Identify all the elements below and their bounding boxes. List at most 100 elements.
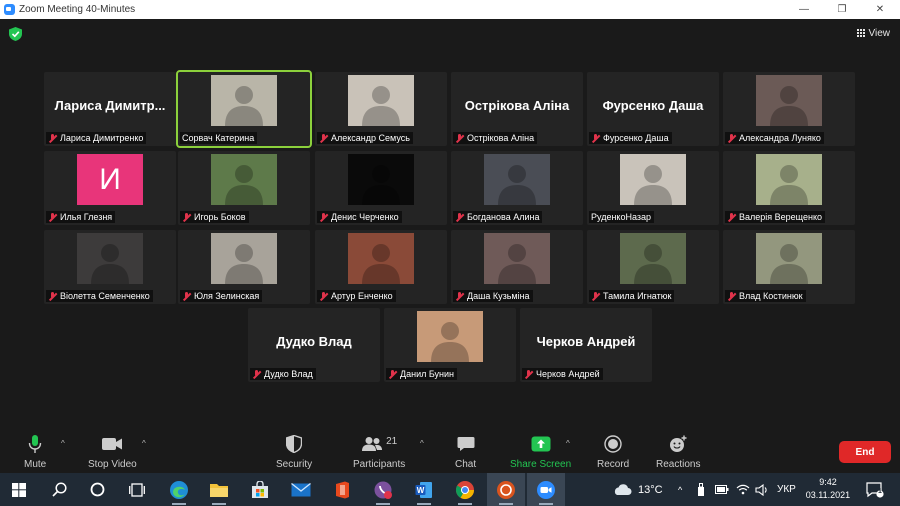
participant-name: Игорь Боков xyxy=(194,212,246,222)
participant-tile[interactable]: РуденкоНазар xyxy=(587,151,719,225)
mic-muted-icon xyxy=(319,212,328,222)
share-screen-button[interactable]: Share Screen xyxy=(510,433,571,470)
participant-tile[interactable]: И Илья Глезня xyxy=(44,151,176,225)
share-options-caret-icon[interactable]: ^ xyxy=(566,439,570,448)
participant-video xyxy=(77,233,143,284)
weather-widget[interactable]: 13°C xyxy=(612,473,663,506)
office-button[interactable] xyxy=(323,473,361,506)
participant-tile[interactable]: Богданова Алина xyxy=(451,151,583,225)
word-button[interactable]: W xyxy=(405,473,443,506)
participant-name: Илья Глезня xyxy=(60,212,113,222)
participant-name-label: Игорь Боков xyxy=(180,211,249,223)
folder-icon xyxy=(210,483,228,497)
close-button[interactable]: ✕ xyxy=(862,0,898,19)
participant-tile[interactable]: Даша Кузьміна xyxy=(451,230,583,304)
audio-options-caret-icon[interactable]: ^ xyxy=(61,439,65,448)
participant-name: Артур Енченко xyxy=(331,291,393,301)
notifications-button[interactable]: 1 xyxy=(860,473,890,506)
participant-tile[interactable]: Игорь Боков xyxy=(178,151,310,225)
mute-button[interactable]: Mute xyxy=(24,433,46,470)
view-button[interactable]: View xyxy=(856,25,890,41)
mic-muted-icon xyxy=(48,291,57,301)
participant-video xyxy=(211,75,277,126)
participant-tile[interactable]: Лариса Димитр... Лариса Димитренко xyxy=(44,72,176,146)
participant-tile[interactable]: Артур Енченко xyxy=(315,230,447,304)
participant-name: Дудко Влад xyxy=(264,369,313,379)
zoom-taskbar-button[interactable] xyxy=(527,473,565,506)
video-options-caret-icon[interactable]: ^ xyxy=(142,439,146,448)
battery-tray[interactable] xyxy=(715,473,729,506)
participant-tile[interactable]: Фурсенко Даша Фурсенко Даша xyxy=(587,72,719,146)
search-taskbar-button[interactable] xyxy=(40,473,78,506)
share-screen-icon xyxy=(531,436,551,452)
edge-browser-button[interactable] xyxy=(160,473,198,506)
show-hidden-icons-button[interactable]: ^ xyxy=(678,473,682,506)
participant-name-label: Черков Андрей xyxy=(522,368,603,380)
file-explorer-button[interactable] xyxy=(200,473,238,506)
windows-taskbar: W 13°C ^ УКР 9:42 03.11.2021 1 xyxy=(0,473,900,506)
reactions-button[interactable]: Reactions xyxy=(656,433,700,470)
store-bag-icon xyxy=(252,480,268,498)
stop-video-button[interactable]: Stop Video xyxy=(88,433,137,470)
cortana-circle-icon xyxy=(90,482,104,497)
participant-name-label: Тамила Игнатюк xyxy=(589,290,675,302)
participant-name: Лариса Димитренко xyxy=(60,133,144,143)
mail-button[interactable] xyxy=(282,473,320,506)
clock[interactable]: 9:42 03.11.2021 xyxy=(800,476,856,502)
mic-muted-icon xyxy=(48,212,57,222)
participant-video xyxy=(211,233,277,284)
language-indicator[interactable]: УКР xyxy=(777,473,796,506)
volume-tray[interactable] xyxy=(755,473,769,506)
participant-name-label: Юля Зелинская xyxy=(180,290,263,302)
participant-tile[interactable]: Александр Семусь xyxy=(315,72,447,146)
task-view-button[interactable] xyxy=(118,473,156,506)
minimize-button[interactable]: — xyxy=(786,0,822,19)
presentation-app-button[interactable] xyxy=(487,473,525,506)
chrome-button[interactable] xyxy=(446,473,484,506)
participant-video xyxy=(756,154,822,205)
participant-video xyxy=(348,233,414,284)
participants-button[interactable]: 21 Participants xyxy=(353,433,405,471)
participant-name: Тамила Игнатюк xyxy=(603,291,672,301)
participant-tile[interactable]: Александра Луняко xyxy=(723,72,855,146)
participant-tile[interactable]: Острікова Аліна Острікова Аліна xyxy=(451,72,583,146)
store-button[interactable] xyxy=(241,473,279,506)
mic-muted-icon xyxy=(455,212,464,222)
security-button[interactable]: Security xyxy=(276,433,312,470)
participant-display-name: Лариса Димитр... xyxy=(54,98,166,113)
battery-icon xyxy=(715,485,729,494)
wifi-tray[interactable] xyxy=(736,473,750,506)
participant-tile[interactable]: Данил Бунин xyxy=(384,308,516,382)
person-silhouette-icon xyxy=(362,86,400,126)
participant-tile[interactable]: Тамила Игнатюк xyxy=(587,230,719,304)
usb-drive-tray[interactable] xyxy=(697,473,705,506)
video-camera-icon xyxy=(102,438,123,450)
mic-muted-icon xyxy=(591,133,600,143)
chat-button[interactable]: Chat xyxy=(455,433,476,470)
participant-tile[interactable]: Юля Зелинская xyxy=(178,230,310,304)
participant-tile[interactable]: Сорвач Катерина xyxy=(176,70,312,148)
viber-button[interactable] xyxy=(364,473,402,506)
participant-tile[interactable]: Влад Костинюк xyxy=(723,230,855,304)
participant-name: Александра Луняко xyxy=(739,133,821,143)
maximize-button[interactable]: ❐ xyxy=(824,0,860,19)
end-meeting-button[interactable]: End xyxy=(839,441,891,463)
cortana-button[interactable] xyxy=(78,473,116,506)
participant-name-label: Фурсенко Даша xyxy=(589,132,672,144)
clock-date: 03.11.2021 xyxy=(805,490,851,500)
start-button[interactable] xyxy=(0,473,38,506)
participant-tile[interactable]: Віолетта Семенченко xyxy=(44,230,176,304)
participant-name-label: Віолетта Семенченко xyxy=(46,290,153,302)
participant-name-label: Лариса Димитренко xyxy=(46,132,147,144)
participant-tile[interactable]: Денис Черченко xyxy=(315,151,447,225)
participant-display-name: Острікова Аліна xyxy=(464,98,570,113)
participant-name-label: Даша Кузьміна xyxy=(453,290,533,302)
participant-name: Даша Кузьміна xyxy=(467,291,530,301)
encryption-shield-icon[interactable] xyxy=(9,27,22,41)
participant-tile[interactable]: Валерія Верещенко xyxy=(723,151,855,225)
record-button[interactable]: Record xyxy=(597,433,629,470)
participants-options-caret-icon[interactable]: ^ xyxy=(420,439,424,448)
chrome-icon xyxy=(455,480,474,499)
participant-tile[interactable]: Дудко Влад Дудко Влад xyxy=(248,308,380,382)
participant-tile[interactable]: Черков Андрей Черков Андрей xyxy=(520,308,652,382)
